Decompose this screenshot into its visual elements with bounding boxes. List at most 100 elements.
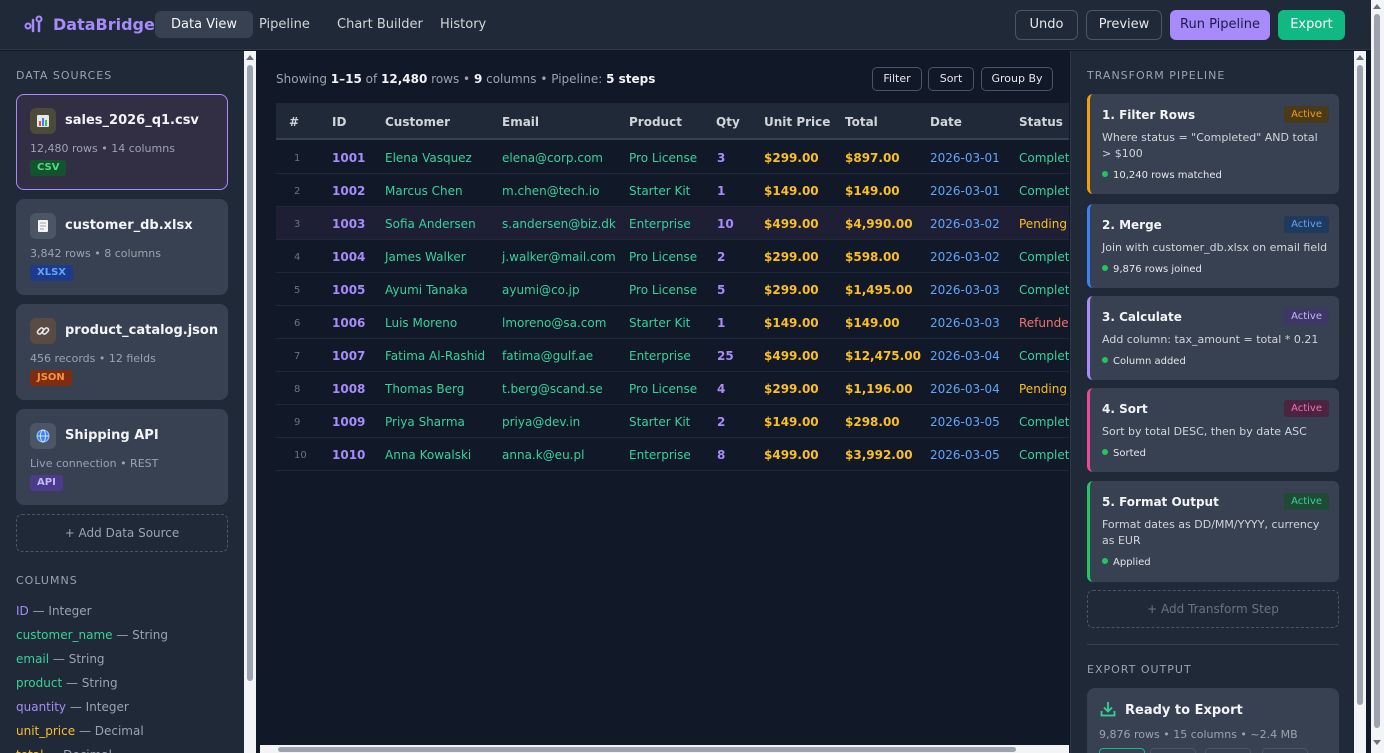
step-calculate[interactable]: 3. Calculate Active Add column: tax_amount… — [1087, 296, 1339, 380]
scroll-up-arrow[interactable] — [1356, 55, 1364, 60]
tab-chart-builder[interactable]: Chart Builder — [321, 11, 439, 38]
header-cell[interactable]: Status — [1019, 115, 1063, 129]
column-item[interactable]: customer_name — String — [16, 628, 168, 642]
tab-data-view[interactable]: Data View — [155, 11, 254, 38]
step-format-output[interactable]: 5. Format Output Active Format dates as DD… — [1087, 481, 1339, 582]
group-by-button[interactable]: Group By — [981, 67, 1053, 91]
qty-cell: 8 — [717, 448, 726, 462]
tab-pipeline[interactable]: Pipeline — [243, 11, 326, 38]
step-filter-rows[interactable]: 1. Filter Rows Active Where status = "Comp… — [1087, 94, 1339, 194]
table-row[interactable]: 1 1001 Elena Vasquez elena@corp.com Pro Lice… — [276, 141, 1069, 174]
column-item[interactable]: total — Decimal — [16, 748, 112, 753]
qty-cell: 2 — [717, 250, 726, 264]
row-number-cell: 8 — [294, 384, 301, 395]
status-dot-icon — [1102, 357, 1108, 363]
export-card[interactable]: Ready to Export 9,876 rows • 15 columns … — [1087, 688, 1339, 753]
source-card-sales[interactable]: sales_2026_q1.csv 12,480 rows • 14 colum… — [16, 94, 228, 190]
status-dot-icon — [1102, 171, 1108, 177]
header-cell[interactable]: # — [289, 115, 299, 129]
step-result-text: Applied — [1113, 557, 1151, 568]
export-format-option[interactable] — [1205, 748, 1251, 753]
columns-title: COLUMNS — [16, 574, 78, 587]
undo-button[interactable]: Undo — [1015, 10, 1078, 40]
run-pipeline-button[interactable]: Run Pipeline — [1170, 10, 1270, 40]
column-item[interactable]: ID — Integer — [16, 604, 92, 618]
customer-cell: Anna Kowalski — [385, 448, 472, 462]
filter-button[interactable]: Filter — [872, 67, 922, 91]
source-card-shipping-api[interactable]: Shipping API Live connection • REST API — [16, 409, 228, 505]
column-type: — Integer — [66, 700, 129, 714]
column-item[interactable]: quantity — Integer — [16, 700, 129, 714]
table-row[interactable]: 4 1004 James Walker j.walker@mail.com Pro Li… — [276, 240, 1069, 273]
table-row[interactable]: 5 1005 Ayumi Tanaka ayumi@co.jp Pro License 5… — [276, 273, 1069, 306]
scrollbar-thumb[interactable] — [247, 65, 253, 681]
email-cell: m.chen@tech.io — [502, 184, 600, 198]
scroll-down-arrow[interactable] — [1373, 740, 1381, 745]
step-result: 10,240 rows matched — [1102, 170, 1222, 181]
export-format-option[interactable] — [1262, 748, 1308, 753]
table-row[interactable]: 10 1010 Anna Kowalski anna.k@eu.pl Enterpris… — [276, 438, 1069, 471]
email-cell: priya@dev.in — [502, 415, 581, 429]
table-row[interactable]: 3 1003 Sofia Andersen s.andersen@biz.dk Ente… — [276, 207, 1069, 240]
page-scrollbar[interactable] — [1371, 0, 1384, 753]
table-row[interactable]: 9 1009 Priya Sharma priya@dev.in Starter Kit… — [276, 405, 1069, 438]
header-cell[interactable]: Total — [845, 115, 878, 129]
source-card-customer-db[interactable]: customer_db.xlsx 3,842 rows • 8 columns … — [16, 199, 228, 295]
unit-price-cell: $299.00 — [764, 250, 819, 264]
column-item[interactable]: unit_price — Decimal — [16, 724, 144, 738]
header-cell[interactable]: Qty — [716, 115, 740, 129]
status-cell: Completed — [1019, 151, 1069, 165]
column-item[interactable]: email — String — [16, 652, 105, 666]
app-name: DataBridge — [53, 14, 155, 34]
export-button[interactable]: Export — [1278, 10, 1345, 40]
export-format-option[interactable] — [1150, 748, 1196, 753]
unit-price-cell: $499.00 — [764, 217, 819, 231]
qty-cell: 5 — [717, 283, 726, 297]
add-transform-step-button[interactable]: + Add Transform Step — [1087, 590, 1339, 628]
add-data-source-button[interactable]: + Add Data Source — [16, 514, 228, 552]
preview-button[interactable]: Preview — [1086, 10, 1162, 40]
table-row[interactable]: 6 1006 Luis Moreno lmoreno@sa.com Starter Ki… — [276, 306, 1069, 339]
data-table-view: Showing 1–15 of 12,480 rows • 9 columns … — [260, 51, 1069, 753]
table-horizontal-scrollbar[interactable] — [260, 745, 1069, 753]
step-sort[interactable]: 4. Sort Active Sort by total DESC, then by… — [1087, 388, 1339, 472]
table-row[interactable]: 2 1002 Marcus Chen m.chen@tech.io Starter Ki… — [276, 174, 1069, 207]
step-title: 4. Sort — [1102, 402, 1148, 416]
export-output-title: EXPORT OUTPUT — [1087, 663, 1192, 676]
column-item[interactable]: product — String — [16, 676, 118, 690]
status-dot-icon — [1102, 558, 1108, 564]
source-name: sales_2026_q1.csv — [65, 113, 199, 128]
step-result-text: 9,876 rows joined — [1113, 264, 1202, 275]
table-row[interactable]: 8 1008 Thomas Berg t.berg@scand.se Pro Licen… — [276, 372, 1069, 405]
sort-button[interactable]: Sort — [928, 67, 974, 91]
header-cell[interactable]: ID — [332, 115, 346, 129]
status-cell: Completed — [1019, 283, 1069, 297]
header-cell[interactable]: Customer — [385, 115, 450, 129]
row-number-cell: 9 — [294, 417, 301, 428]
id-cell: 1008 — [332, 382, 366, 396]
customer-cell: Priya Sharma — [385, 415, 465, 429]
scroll-up-arrow[interactable] — [1373, 4, 1381, 9]
source-card-product-catalog[interactable]: product_catalog.json 456 records • 12 fi… — [16, 304, 228, 400]
app-logo[interactable]: DataBridge — [24, 14, 155, 34]
scrollbar-thumb[interactable] — [278, 747, 1016, 752]
customer-cell: Luis Moreno — [385, 316, 458, 330]
header-cell[interactable]: Email — [502, 115, 539, 129]
step-description: Add column: tax_amount = total * 0.21 — [1102, 333, 1319, 346]
export-card-meta: 9,876 rows • 15 columns • ~2.4 MB — [1099, 728, 1298, 741]
document-icon — [30, 213, 56, 239]
header-cell[interactable]: Product — [629, 115, 682, 129]
scrollbar-thumb[interactable] — [1374, 14, 1380, 728]
export-format-option[interactable] — [1099, 748, 1145, 753]
right-scrollbar[interactable] — [1354, 51, 1366, 753]
step-description: Where status = "Completed" AND total > $… — [1102, 131, 1318, 160]
step-merge[interactable]: 2. Merge Active Join with customer_db.xlsx… — [1087, 204, 1339, 288]
scrollbar-thumb[interactable] — [1357, 65, 1363, 705]
tab-history[interactable]: History — [424, 11, 502, 38]
scroll-up-arrow[interactable] — [246, 55, 254, 60]
header-cell[interactable]: Date — [930, 115, 962, 129]
left-scrollbar[interactable] — [244, 51, 256, 753]
table-row[interactable]: 7 1007 Fatima Al-Rashid fatima@gulf.ae Enter… — [276, 339, 1069, 372]
header-cell[interactable]: Unit Price — [764, 115, 830, 129]
date-cell: 2026-03-02 — [930, 250, 1000, 264]
